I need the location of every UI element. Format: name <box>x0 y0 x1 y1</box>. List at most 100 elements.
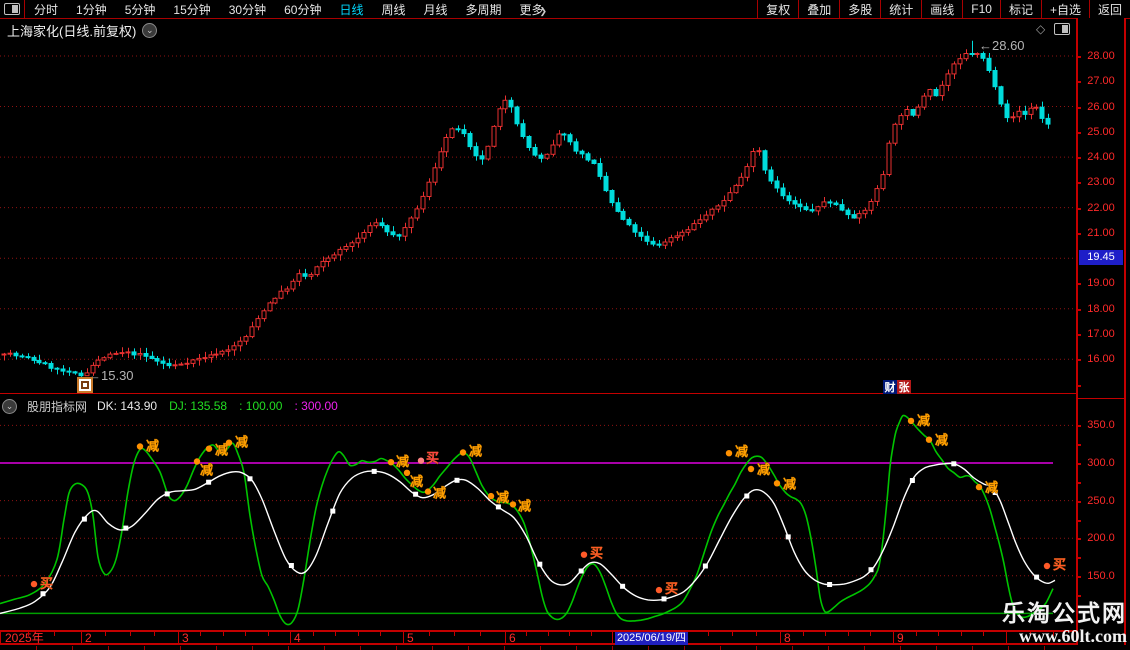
tool-item-画线[interactable]: 画线 <box>921 0 962 18</box>
reduce-marker-label: 减 <box>235 435 248 450</box>
panel-toggle-button[interactable] <box>0 0 25 18</box>
week-tick <box>313 632 314 636</box>
month-tick <box>81 632 82 645</box>
indicator-axis-label-300.0: 300.0 <box>1078 457 1124 469</box>
period-item-5分钟[interactable]: 5分钟 <box>116 1 165 18</box>
month-label-3: 3 <box>182 632 189 645</box>
month-label-4: 4 <box>294 632 301 645</box>
week-tick <box>154 632 155 636</box>
watermark-url: www.60lt.com <box>1002 626 1127 646</box>
news-marker-icon[interactable] <box>77 377 93 393</box>
buy-marker-label: 买 <box>665 581 678 596</box>
tool-item-返回[interactable]: 返回 <box>1089 0 1130 18</box>
reduce-marker-dot <box>388 459 394 465</box>
week-tick <box>335 632 336 636</box>
tool-item-+自选[interactable]: +自选 <box>1041 0 1089 18</box>
price-tick <box>1076 309 1081 311</box>
tool-item-标记[interactable]: 标记 <box>1000 0 1041 18</box>
indicator-canvas[interactable]: 买减减减减减减买减减减减买买减减减减减减买 <box>0 396 1076 630</box>
chart-title-row: 上海家化(日线.前复权) ⌄ <box>7 21 157 40</box>
main-chart-canvas[interactable] <box>0 38 1076 393</box>
reduce-marker-label: 减 <box>215 443 228 458</box>
buy-marker-dot <box>31 581 37 587</box>
status-divider <box>684 646 685 650</box>
dk-square-marker <box>330 509 335 514</box>
reduce-marker-label: 减 <box>496 490 509 505</box>
month-tick <box>290 632 291 645</box>
status-divider <box>108 646 109 650</box>
period-item-15分钟[interactable]: 15分钟 <box>164 1 219 18</box>
dk-square-marker <box>289 563 294 568</box>
diamond-icon[interactable]: ◇ <box>1036 23 1045 35</box>
period-item-30分钟[interactable]: 30分钟 <box>220 1 275 18</box>
reduce-marker-label: 减 <box>935 433 948 448</box>
status-divider <box>612 646 613 650</box>
week-tick <box>825 632 826 636</box>
tool-item-多股[interactable]: 多股 <box>839 0 880 18</box>
tool-item-统计[interactable]: 统计 <box>880 0 921 18</box>
month-tick <box>780 632 781 645</box>
week-tick <box>200 632 201 636</box>
price-label-17.00: 17.00 <box>1078 328 1124 340</box>
time-axis: 2025年23456892025/06/19/四 <box>0 630 1076 645</box>
mini-panel-icon[interactable] <box>1054 23 1070 35</box>
indicator-axis-tick <box>1076 444 1081 446</box>
period-item-分时[interactable]: 分时 <box>25 1 67 18</box>
reduce-marker-dot <box>774 480 780 486</box>
buy-marker-label: 买 <box>426 451 439 466</box>
period-item-周线[interactable]: 周线 <box>372 1 414 18</box>
dk-square-marker <box>1034 575 1039 580</box>
period-item-月线[interactable]: 月线 <box>415 1 457 18</box>
month-label-9: 9 <box>897 632 904 645</box>
reduce-marker-label: 减 <box>200 463 213 478</box>
price-tick <box>1076 182 1081 184</box>
current-price-badge: 19.45 <box>1079 250 1123 265</box>
status-divider <box>144 646 145 650</box>
price-label-24.00: 24.00 <box>1078 151 1124 163</box>
price-tick <box>1076 208 1081 210</box>
status-divider <box>900 646 901 650</box>
week-tick <box>429 632 430 636</box>
price-label-19.00: 19.00 <box>1078 277 1124 289</box>
indicator-axis-tick <box>1076 425 1081 427</box>
indicator-collapse-icon[interactable]: ⌄ <box>2 399 17 414</box>
indicator-axis-label-250.0: 250.0 <box>1078 495 1124 507</box>
price-label-21.00: 21.00 <box>1078 227 1124 239</box>
status-divider <box>360 646 361 650</box>
reduce-marker-dot <box>726 450 732 456</box>
period-item-更多[interactable]: 更多❯ <box>511 1 557 18</box>
tool-item-叠加[interactable]: 叠加 <box>798 0 839 18</box>
tool-item-复权[interactable]: 复权 <box>757 0 798 18</box>
status-divider <box>1044 646 1045 650</box>
month-tick <box>403 632 404 645</box>
status-divider <box>936 646 937 650</box>
dk-square-marker <box>869 567 874 572</box>
price-label-18.00: 18.00 <box>1078 303 1124 315</box>
dk-square-marker <box>165 491 170 496</box>
indicator-axis-tick <box>1076 520 1081 522</box>
period-item-60分钟[interactable]: 60分钟 <box>275 1 330 18</box>
tool-item-F10[interactable]: F10 <box>962 0 1000 18</box>
week-tick <box>454 632 455 636</box>
reduce-marker-dot <box>488 493 494 499</box>
week-tick <box>756 632 757 636</box>
title-chevron-icon[interactable]: ⌄ <box>142 23 157 38</box>
week-tick <box>569 632 570 636</box>
news-badge[interactable]: 财张 <box>883 380 911 394</box>
price-tick <box>1076 56 1081 58</box>
dk-square-marker <box>786 534 791 539</box>
indicator-axis-label-350.0: 350.0 <box>1078 419 1124 431</box>
dk-square-marker <box>248 476 253 481</box>
indicator-axis-tick <box>1076 482 1081 484</box>
month-tick <box>612 632 613 645</box>
period-item-日线[interactable]: 日线 <box>330 1 372 18</box>
price-tick <box>1076 107 1081 109</box>
status-divider <box>648 646 649 650</box>
date-box: 2025/06/19/四 <box>615 632 688 645</box>
low-price-annotation: ←15.30 <box>88 368 134 383</box>
chart-title: 上海家化(日线.前复权) <box>7 21 136 40</box>
status-divider <box>252 646 253 650</box>
period-item-1分钟[interactable]: 1分钟 <box>67 1 116 18</box>
period-item-多周期[interactable]: 多周期 <box>457 1 511 18</box>
indicator-axis-tick <box>1076 501 1081 503</box>
